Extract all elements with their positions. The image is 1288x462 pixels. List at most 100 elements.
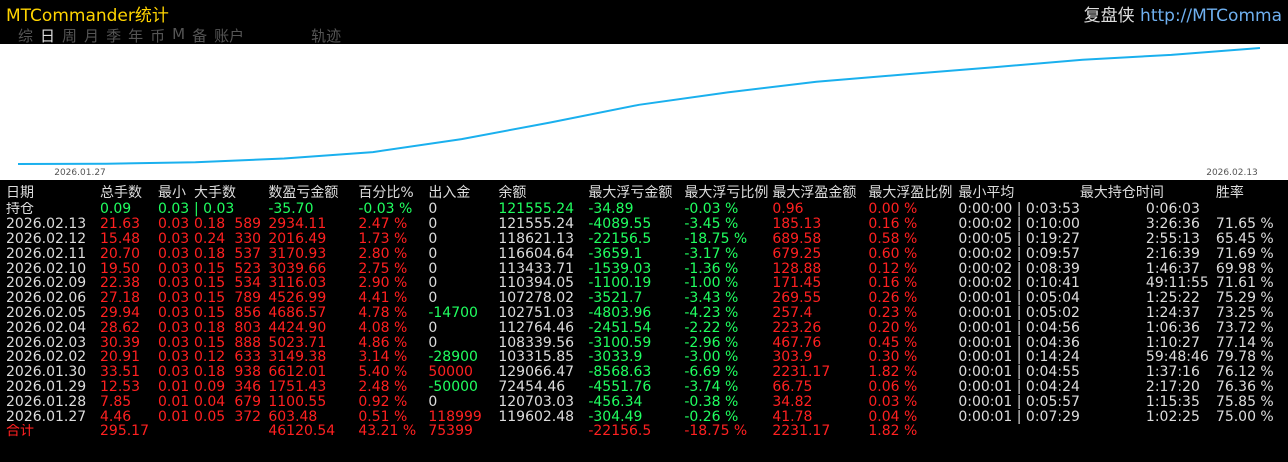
row-date: 2026.02.02 bbox=[6, 349, 87, 365]
header-13[interactable]: 最大持仓时间 bbox=[1080, 182, 1216, 202]
row-cell: 0.03 bbox=[158, 261, 190, 276]
row-cell: 20.70 bbox=[100, 246, 141, 262]
tab-10[interactable]: 轨迹 bbox=[311, 25, 341, 45]
table-row[interactable]: 2026.01.29 12.53 0.01 0.09 346 1751.43 2.48 % -… bbox=[6, 380, 1286, 395]
table-row[interactable]: 2026.02.10 19.50 0.03 0.15 523 3039.66 2.75 % 0… bbox=[6, 261, 1286, 276]
table-row[interactable]: 2026.02.11 20.70 0.03 0.18 537 3170.93 2.80 % 0… bbox=[6, 246, 1286, 261]
tab-1[interactable]: 日 bbox=[40, 25, 55, 45]
tab-7[interactable]: M bbox=[172, 25, 185, 45]
header-8[interactable]: 最大浮亏金额 bbox=[588, 182, 684, 202]
row-cell: 603.48 bbox=[268, 409, 318, 424]
row-cell bbox=[1080, 335, 1146, 350]
total-cell bbox=[1080, 424, 1146, 439]
row-cell: 73.25 % bbox=[1215, 305, 1274, 321]
row-cell: -3100.59 bbox=[588, 335, 652, 350]
brand-link[interactable]: 复盘侠 http://MTComma bbox=[1084, 1, 1282, 26]
table-header: 日期 总手数 最小 大手数 数盈亏金额 百分比% 出入金 余额 最大浮亏金额 最大浮亏比例 最大浮盈… bbox=[6, 182, 1286, 202]
row-cell: 3039.66 bbox=[268, 261, 327, 276]
table-row[interactable]: 2026.01.30 33.51 0.03 0.18 938 6612.01 5.40 % 5… bbox=[6, 365, 1286, 380]
row-cell: 257.4 bbox=[772, 305, 813, 321]
balance-chart-svg: 2026.01.27 2026.02.13 bbox=[0, 44, 1288, 180]
row-cell: 27.18 bbox=[100, 290, 141, 306]
row-cell: 3:26:36 bbox=[1145, 216, 1200, 232]
tab-6[interactable]: 币 bbox=[150, 25, 165, 45]
table-row[interactable]: 2026.02.06 27.18 0.03 0.15 789 4526.99 4.41 % 0… bbox=[6, 291, 1286, 306]
table-row[interactable]: 2026.02.09 22.38 0.03 0.15 534 3116.03 2.90 % 0… bbox=[6, 276, 1286, 291]
row-date: 2026.02.06 bbox=[6, 290, 87, 306]
row-cell: 3116.03 bbox=[268, 275, 327, 291]
header-3[interactable]: 大手数 bbox=[194, 182, 268, 202]
row-cell: 0:00:05 | 0:19:27 bbox=[958, 231, 1080, 247]
table-row[interactable]: 2026.01.28 7.85 0.01 0.04 679 1100.55 0.92 % 0 1… bbox=[6, 394, 1286, 409]
row-cell: 633 bbox=[234, 349, 262, 365]
row-cell: 1:46:37 bbox=[1145, 261, 1200, 276]
table-row[interactable]: 2026.02.04 28.62 0.03 0.18 803 4424.90 4.08 % 0… bbox=[6, 320, 1286, 335]
row-cell: 0.18 bbox=[194, 216, 226, 232]
row-cell: 0.18 bbox=[194, 364, 226, 380]
row-cell: 3170.93 bbox=[268, 246, 327, 262]
row-cell: 2016.49 bbox=[268, 231, 327, 247]
row-cell: 0.15 bbox=[194, 275, 226, 291]
tab-5[interactable]: 年 bbox=[128, 25, 143, 45]
row-cell: -2451.54 bbox=[588, 320, 652, 336]
table-row[interactable]: 2026.02.13 21.63 0.03 0.18 589 2934.11 2.47 % 0… bbox=[6, 217, 1286, 232]
row-cell: 33.51 bbox=[100, 364, 141, 380]
row-cell: 72454.46 bbox=[498, 379, 566, 395]
tab-0[interactable]: 综 bbox=[18, 25, 33, 45]
row-cell: 6612.01 bbox=[268, 364, 327, 380]
row-cell: 102751.03 bbox=[498, 305, 575, 321]
row-cell: -2.22 % bbox=[684, 320, 739, 336]
brand-url[interactable]: http://MTComma bbox=[1135, 6, 1282, 26]
header-7[interactable]: 余额 bbox=[498, 182, 588, 202]
row-cell: 589 bbox=[234, 216, 262, 232]
row-cell bbox=[1080, 202, 1146, 217]
row-cell: -3033.9 bbox=[588, 349, 643, 365]
header-2[interactable]: 最小 bbox=[158, 182, 194, 202]
row-cell: 0.12 bbox=[194, 349, 226, 365]
row-cell: 0.58 % bbox=[868, 231, 918, 247]
header-6[interactable]: 出入金 bbox=[428, 182, 498, 202]
total-cell bbox=[194, 424, 234, 439]
row-cell: 0:00:01 | 0:04:24 bbox=[958, 379, 1080, 395]
tab-4[interactable]: 季 bbox=[106, 25, 121, 45]
row-cell: -0.26 % bbox=[684, 409, 739, 424]
table-row[interactable]: 2026.02.03 30.39 0.03 0.15 888 5023.71 4.86 % 0… bbox=[6, 335, 1286, 350]
row-cell: 28.62 bbox=[100, 320, 141, 336]
tab-8[interactable]: 备 bbox=[192, 25, 207, 45]
table-row[interactable]: 持仓 0.09 0.03 | 0.03 -35.70 -0.03 % 0 121555.24-… bbox=[6, 202, 1286, 217]
table-row[interactable]: 2026.02.05 29.94 0.03 0.15 856 4686.57 4.78 % -… bbox=[6, 306, 1286, 321]
brand-name: 复盘侠 bbox=[1083, 6, 1135, 26]
tab-9[interactable]: 账户 bbox=[214, 25, 244, 45]
row-cell: 0.03 bbox=[158, 246, 190, 262]
row-cell: 69.98 % bbox=[1215, 261, 1274, 276]
header-12[interactable]: 最小平均 bbox=[958, 182, 1080, 202]
row-cell: -304.49 bbox=[588, 409, 643, 424]
row-date: 2026.02.11 bbox=[6, 246, 87, 262]
total-cell: 46120.54 bbox=[268, 423, 336, 439]
row-cell bbox=[1080, 409, 1146, 424]
header-14[interactable]: 胜率 bbox=[1216, 182, 1286, 202]
header-10[interactable]: 最大浮盈金额 bbox=[772, 182, 868, 202]
total-cell bbox=[1216, 424, 1286, 439]
row-cell: 0 bbox=[428, 394, 438, 410]
table-row[interactable]: 2026.02.02 20.91 0.03 0.12 633 3149.38 3.14 % -… bbox=[6, 350, 1286, 365]
tab-2[interactable]: 周 bbox=[62, 25, 77, 45]
row-cell: -14700 bbox=[428, 305, 478, 321]
header-9[interactable]: 最大浮亏比例 bbox=[684, 182, 772, 202]
header-1[interactable]: 总手数 bbox=[100, 182, 158, 202]
row-cell bbox=[1080, 380, 1146, 395]
row-cell: 4.46 bbox=[100, 409, 132, 424]
row-cell: 0.23 % bbox=[868, 305, 918, 321]
header-11[interactable]: 最大浮盈比例 bbox=[868, 182, 958, 202]
header-0[interactable]: 日期 bbox=[6, 182, 100, 202]
header-4[interactable]: 数盈亏金额 bbox=[268, 182, 358, 202]
table-row[interactable]: 2026.01.27 4.46 0.01 0.05 372 603.48 0.51 % 118… bbox=[6, 409, 1286, 424]
table-row[interactable]: 2026.02.12 15.48 0.03 0.24 330 2016.49 1.73 % 0… bbox=[6, 232, 1286, 247]
row-cell: 0 bbox=[428, 320, 438, 336]
header-5[interactable]: 百分比% bbox=[358, 182, 428, 202]
row-cell: 2:55:13 bbox=[1145, 231, 1200, 247]
row-cell: 0.05 bbox=[194, 409, 226, 424]
tab-3[interactable]: 月 bbox=[84, 25, 99, 45]
row-cell: 0 bbox=[428, 202, 438, 217]
total-cell: 75399 bbox=[428, 423, 473, 439]
